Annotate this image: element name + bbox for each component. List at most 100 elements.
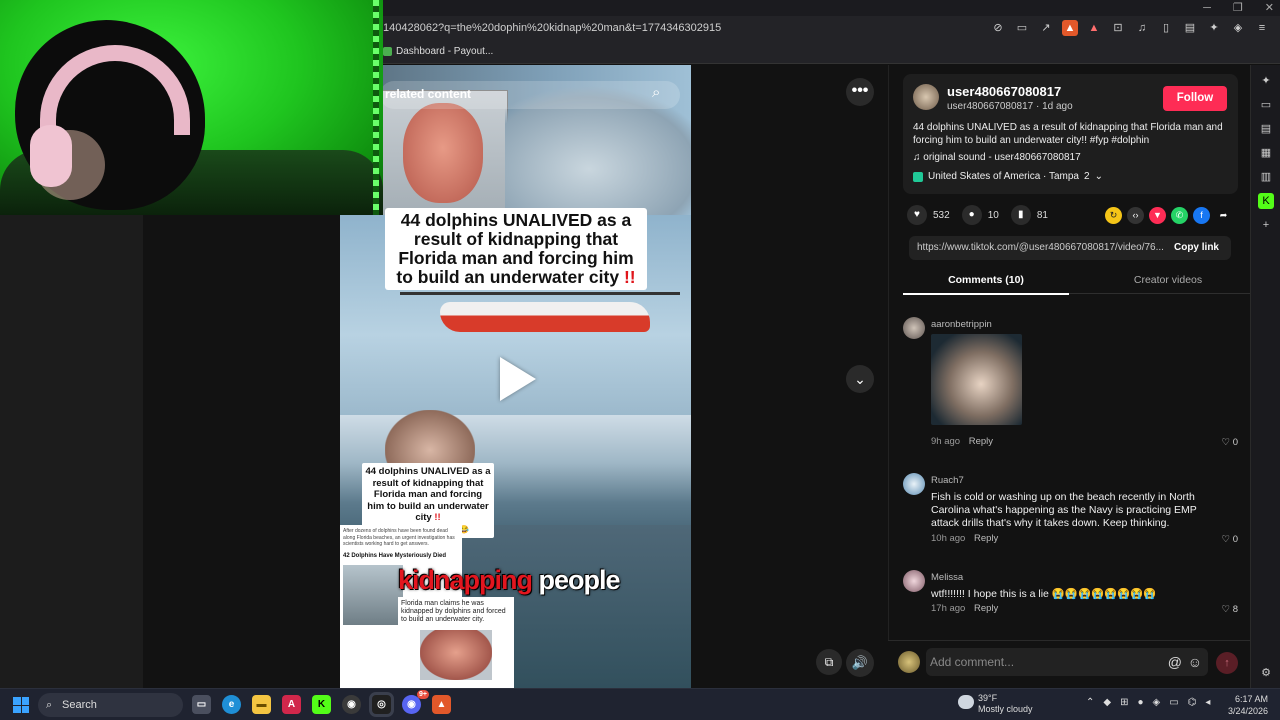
add-comment-input[interactable]: Add comment... @ ☺: [926, 648, 1208, 676]
player-icon[interactable]: ▭: [1258, 97, 1274, 113]
share-arrow-icon[interactable]: ➦: [1215, 207, 1232, 224]
action-bar: ♥ 532 ● 10 ▮ 81: [907, 205, 1048, 225]
comment-username[interactable]: aaronbetrippin: [931, 319, 992, 330]
network-icon[interactable]: ⌬: [1188, 697, 1197, 708]
weather-widget[interactable]: 39°F Mostly cloudy: [958, 693, 1033, 715]
obs-icon[interactable]: ◉: [342, 695, 361, 714]
related-content-label: related content: [385, 87, 472, 101]
menu-icon[interactable]: ≡: [1254, 20, 1270, 36]
copy-link-button[interactable]: Copy link: [1174, 242, 1219, 253]
comment-like[interactable]: ♡ 0: [1222, 534, 1238, 545]
overlay-caption-red: kidnapping: [398, 565, 533, 595]
caption-main-text: 44 dolphins UNALIVED as a result of kidn…: [396, 210, 634, 287]
author-username[interactable]: user480667080817: [947, 84, 1061, 99]
cast-icon[interactable]: ▭: [1014, 20, 1030, 36]
whatsapp-icon[interactable]: ✆: [1171, 207, 1188, 224]
video-url[interactable]: https://www.tiktok.com/@user480667080817…: [917, 242, 1164, 253]
save-button[interactable]: ▮ 81: [1010, 205, 1048, 225]
comment-username[interactable]: Ruach7: [931, 475, 964, 486]
search-icon[interactable]: ⌕: [652, 84, 660, 101]
vpn-icon[interactable]: ◈: [1230, 20, 1246, 36]
tab-comments[interactable]: Comments (10): [903, 274, 1069, 286]
taskbar-search[interactable]: ⌕ Search: [38, 693, 183, 717]
controller-icon[interactable]: ⊞: [1120, 697, 1128, 708]
chevron-up-icon[interactable]: ⌃: [1086, 697, 1094, 708]
camera-app-icon[interactable]: ◎: [372, 695, 391, 714]
news2-mugshot: [420, 630, 492, 680]
embed-icon[interactable]: ‹›: [1127, 207, 1144, 224]
ai-icon[interactable]: ✦: [1206, 20, 1222, 36]
bookmark-favicon-icon: [383, 47, 392, 56]
kick-icon[interactable]: K: [1258, 193, 1274, 209]
edge-icon[interactable]: e: [222, 695, 241, 714]
add-panel-icon[interactable]: +: [1258, 217, 1274, 233]
brave-shield-icon[interactable]: ▲: [1062, 20, 1078, 36]
file-explorer-icon[interactable]: ▬: [252, 695, 271, 714]
bookmarks-icon[interactable]: ▦: [1258, 145, 1274, 161]
rewards-icon[interactable]: ▲: [1086, 20, 1102, 36]
display-icon[interactable]: ▭: [1169, 697, 1178, 708]
app-a-icon[interactable]: A: [282, 695, 301, 714]
brave-icon[interactable]: ▲: [432, 695, 451, 714]
bookmark-dashboard[interactable]: Dashboard - Payout...: [383, 46, 493, 57]
like-button[interactable]: ♥ 532: [907, 205, 950, 225]
vpn-tray-icon[interactable]: ◈: [1153, 697, 1161, 708]
next-video-button[interactable]: ⌄: [846, 365, 874, 393]
window-controls: ─ ❐ ✕: [1203, 0, 1274, 16]
follow-button[interactable]: Follow: [1163, 86, 1227, 111]
mic-icon[interactable]: ●: [1137, 697, 1143, 708]
share-icon[interactable]: ↗: [1038, 20, 1054, 36]
news-screenshot-2: Florida man claims he was kidnapped by d…: [398, 597, 514, 688]
more-options-button[interactable]: •••: [846, 78, 874, 106]
no-tracking-icon[interactable]: ⊘: [990, 20, 1006, 36]
task-view-icon[interactable]: ▭: [192, 695, 211, 714]
wallet-icon[interactable]: ▤: [1258, 121, 1274, 137]
taskbar-clock[interactable]: 6:17 AM 3/24/2026: [1228, 693, 1268, 717]
comment-like[interactable]: ♡ 8: [1222, 604, 1238, 615]
sound-link[interactable]: ♫ original sound - user480667080817: [913, 152, 1081, 163]
reading-list-icon[interactable]: ▥: [1258, 169, 1274, 185]
cloud-icon: [958, 695, 974, 709]
avatar[interactable]: [913, 84, 939, 110]
restore-icon[interactable]: ❐: [1233, 0, 1243, 16]
avatar[interactable]: [903, 570, 925, 592]
comment-username[interactable]: Melissa: [931, 572, 963, 583]
video-player[interactable]: related content ⌕ 44 dolphins UNALIVED a…: [340, 65, 691, 688]
kick-icon[interactable]: K: [312, 695, 331, 714]
overlay-caption: kidnapping people: [398, 565, 621, 596]
picture-in-picture-button[interactable]: ⧉: [816, 649, 842, 675]
comment-button[interactable]: ● 10: [961, 205, 999, 225]
avatar[interactable]: [903, 317, 925, 339]
screenshot-icon[interactable]: ⊡: [1110, 20, 1126, 36]
tab-creator-videos[interactable]: Creator videos: [1085, 274, 1251, 286]
location-link[interactable]: United Skates of America · Tampa 2 ⌄: [913, 171, 1103, 182]
discord-badge: 9+: [417, 690, 429, 699]
leo-ai-icon[interactable]: ✦: [1258, 73, 1274, 89]
facebook-icon[interactable]: f: [1193, 207, 1210, 224]
minimize-icon[interactable]: ─: [1203, 0, 1211, 16]
avatar[interactable]: [903, 473, 925, 495]
speaker-icon[interactable]: ◂: [1205, 697, 1210, 708]
play-icon[interactable]: [500, 357, 536, 401]
volume-button[interactable]: 🔊: [846, 649, 874, 677]
repost-icon[interactable]: ↻: [1105, 207, 1122, 224]
reply-button[interactable]: Reply: [969, 436, 993, 447]
mention-icon[interactable]: @: [1168, 648, 1182, 676]
sidebar-toggle-icon[interactable]: ▯: [1158, 20, 1174, 36]
url-field[interactable]: 140428062?q=the%20dophin%20kidnap%20man&…: [383, 22, 721, 34]
music-icon[interactable]: ♫: [1134, 20, 1150, 36]
reply-button[interactable]: Reply: [974, 533, 998, 544]
post-comment-button[interactable]: ↑: [1216, 652, 1238, 674]
reply-button[interactable]: Reply: [974, 603, 998, 614]
discord-icon[interactable]: ◉ 9+: [402, 690, 429, 714]
start-icon[interactable]: [13, 697, 29, 713]
comment-like[interactable]: ♡ 0: [1222, 437, 1238, 448]
comment-image[interactable]: [931, 334, 1022, 425]
settings-icon[interactable]: ⚙: [1258, 665, 1274, 681]
security-icon[interactable]: ◆: [1103, 697, 1111, 708]
send-to-friends-icon[interactable]: ▼: [1149, 207, 1166, 224]
wallet-icon[interactable]: ▤: [1182, 20, 1198, 36]
clock-date: 3/24/2026: [1228, 706, 1269, 716]
emoji-icon[interactable]: ☺: [1188, 648, 1202, 676]
close-icon[interactable]: ✕: [1265, 0, 1274, 16]
